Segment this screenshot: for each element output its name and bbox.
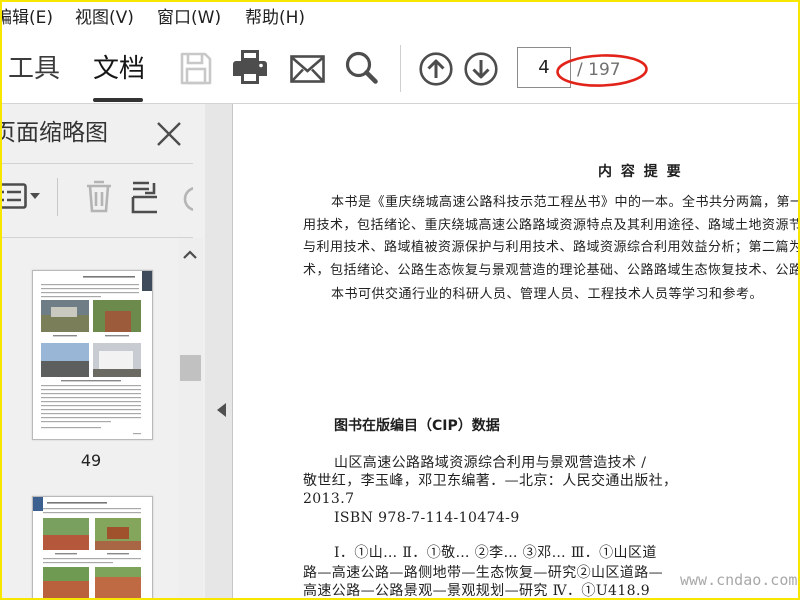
panel-title: 页面缩略图	[0, 120, 108, 146]
thumbnail-scrollbar[interactable]	[178, 238, 203, 600]
collapse-left-icon	[217, 403, 227, 417]
thumbnail-label: 49	[80, 451, 102, 470]
toolbar: 工具 文档 4 / 197	[0, 36, 800, 104]
rotate-icon	[182, 185, 193, 213]
menu-edit[interactable]: 编辑(E)	[0, 8, 53, 28]
chevron-up-icon	[183, 250, 197, 259]
cip-line: 路—高速公路—路侧地带—生态恢复—研究②山区道路—	[303, 565, 663, 581]
rotate-pages-button[interactable]	[182, 185, 193, 213]
thumbnails-panel: 页面缩略图 49	[0, 104, 205, 600]
thumbnail-label: 48	[66, 238, 116, 242]
save-button[interactable]	[180, 52, 212, 85]
panel-toolbar	[0, 174, 193, 234]
tab-document[interactable]: 文档	[93, 53, 145, 85]
chevron-down-icon	[30, 193, 40, 200]
options-button[interactable]	[0, 183, 27, 209]
cip-line: Ⅰ．①山… Ⅱ．①敬… ②李… ③邓… Ⅲ．①山区道	[334, 545, 657, 561]
cip-line: 2013.7	[303, 491, 355, 507]
close-panel-button[interactable]	[156, 121, 182, 147]
menu-view[interactable]: 视图(V)	[75, 8, 134, 28]
menu-window[interactable]: 窗口(W)	[157, 8, 221, 28]
scroll-up-button[interactable]	[183, 250, 197, 259]
mail-icon	[290, 55, 325, 83]
extract-pages-icon	[131, 180, 161, 214]
tab-tools[interactable]: 工具	[8, 53, 60, 85]
cip-line: ISBN 978-7-114-10474-9	[334, 510, 520, 526]
cip-line: 山区高速公路路域资源综合利用与景观营造技术 /	[334, 455, 647, 471]
summary-line: 本书是《重庆绕城高速公路科技示范工程丛书》中的一本。全书共分两篇，第一	[331, 195, 800, 210]
thumbnail-image	[33, 271, 152, 439]
summary-line: 与利用技术、路域植被资源保护与利用技术、路域资源综合利用效益分析；第二篇为高	[303, 240, 800, 255]
page-thumbnail[interactable]	[32, 270, 153, 440]
print-button[interactable]	[232, 50, 268, 84]
thumbnail-image	[33, 497, 152, 600]
close-icon	[156, 121, 182, 147]
summary-line: 术，包括绪论、公路生态恢复与景观营造的理论基础、公路路域生态恢复技术、公路景	[303, 263, 800, 278]
document-view[interactable]: 内 容 提 要 本书是《重庆绕城高速公路科技示范工程丛书》中的一本。全书共分两篇…	[232, 104, 800, 600]
panel-splitter[interactable]	[205, 104, 232, 600]
trash-icon	[84, 178, 114, 214]
arrow-down-circle-icon	[464, 52, 498, 86]
previous-page-button[interactable]	[419, 52, 453, 86]
toolbar-separator	[400, 45, 401, 92]
summary-line: 用技术，包括绪论、重庆绕城高速公路路域资源特点及其利用途径、路域土地资源节	[303, 218, 800, 233]
panel-toolbar-separator	[57, 178, 58, 216]
site-watermark: www.cndao.com	[680, 571, 798, 589]
summary-line: 本书可供交通行业的科研人员、管理人员、工程技术人员等学习和参考。	[331, 287, 764, 302]
menu-help[interactable]: 帮助(H)	[245, 8, 305, 28]
delete-pages-button[interactable]	[84, 178, 114, 214]
collapse-panel-button[interactable]	[217, 403, 227, 417]
annotation-ellipse	[555, 53, 649, 88]
menu-bar: 编辑(E) 视图(V) 窗口(W) 帮助(H)	[0, 0, 800, 36]
active-tab-indicator	[93, 98, 143, 102]
email-button[interactable]	[290, 55, 325, 83]
options-dropdown[interactable]	[30, 193, 40, 200]
scrollbar-thumb[interactable]	[180, 355, 201, 381]
cip-line: 敬世红，李玉峰，邓卫东编著．—北京：人民交通出版社，	[303, 473, 678, 489]
panel-divider	[0, 163, 193, 164]
print-icon	[232, 50, 268, 84]
find-button[interactable]	[345, 51, 378, 85]
save-icon	[180, 52, 212, 85]
cip-heading: 图书在版编目（CIP）数据	[334, 418, 500, 434]
thumbnail-list: 48	[0, 238, 178, 600]
arrow-up-circle-icon	[419, 52, 453, 86]
options-list-icon	[0, 183, 27, 209]
next-page-button[interactable]	[464, 52, 498, 86]
page-thumbnail[interactable]	[32, 496, 153, 600]
summary-heading: 内 容 提 要	[598, 164, 683, 180]
extract-pages-button[interactable]	[131, 180, 161, 214]
cip-line: 高速公路—公路景观—景观规划—研究 Ⅳ．①U418.9	[303, 583, 651, 599]
search-icon	[345, 51, 378, 85]
